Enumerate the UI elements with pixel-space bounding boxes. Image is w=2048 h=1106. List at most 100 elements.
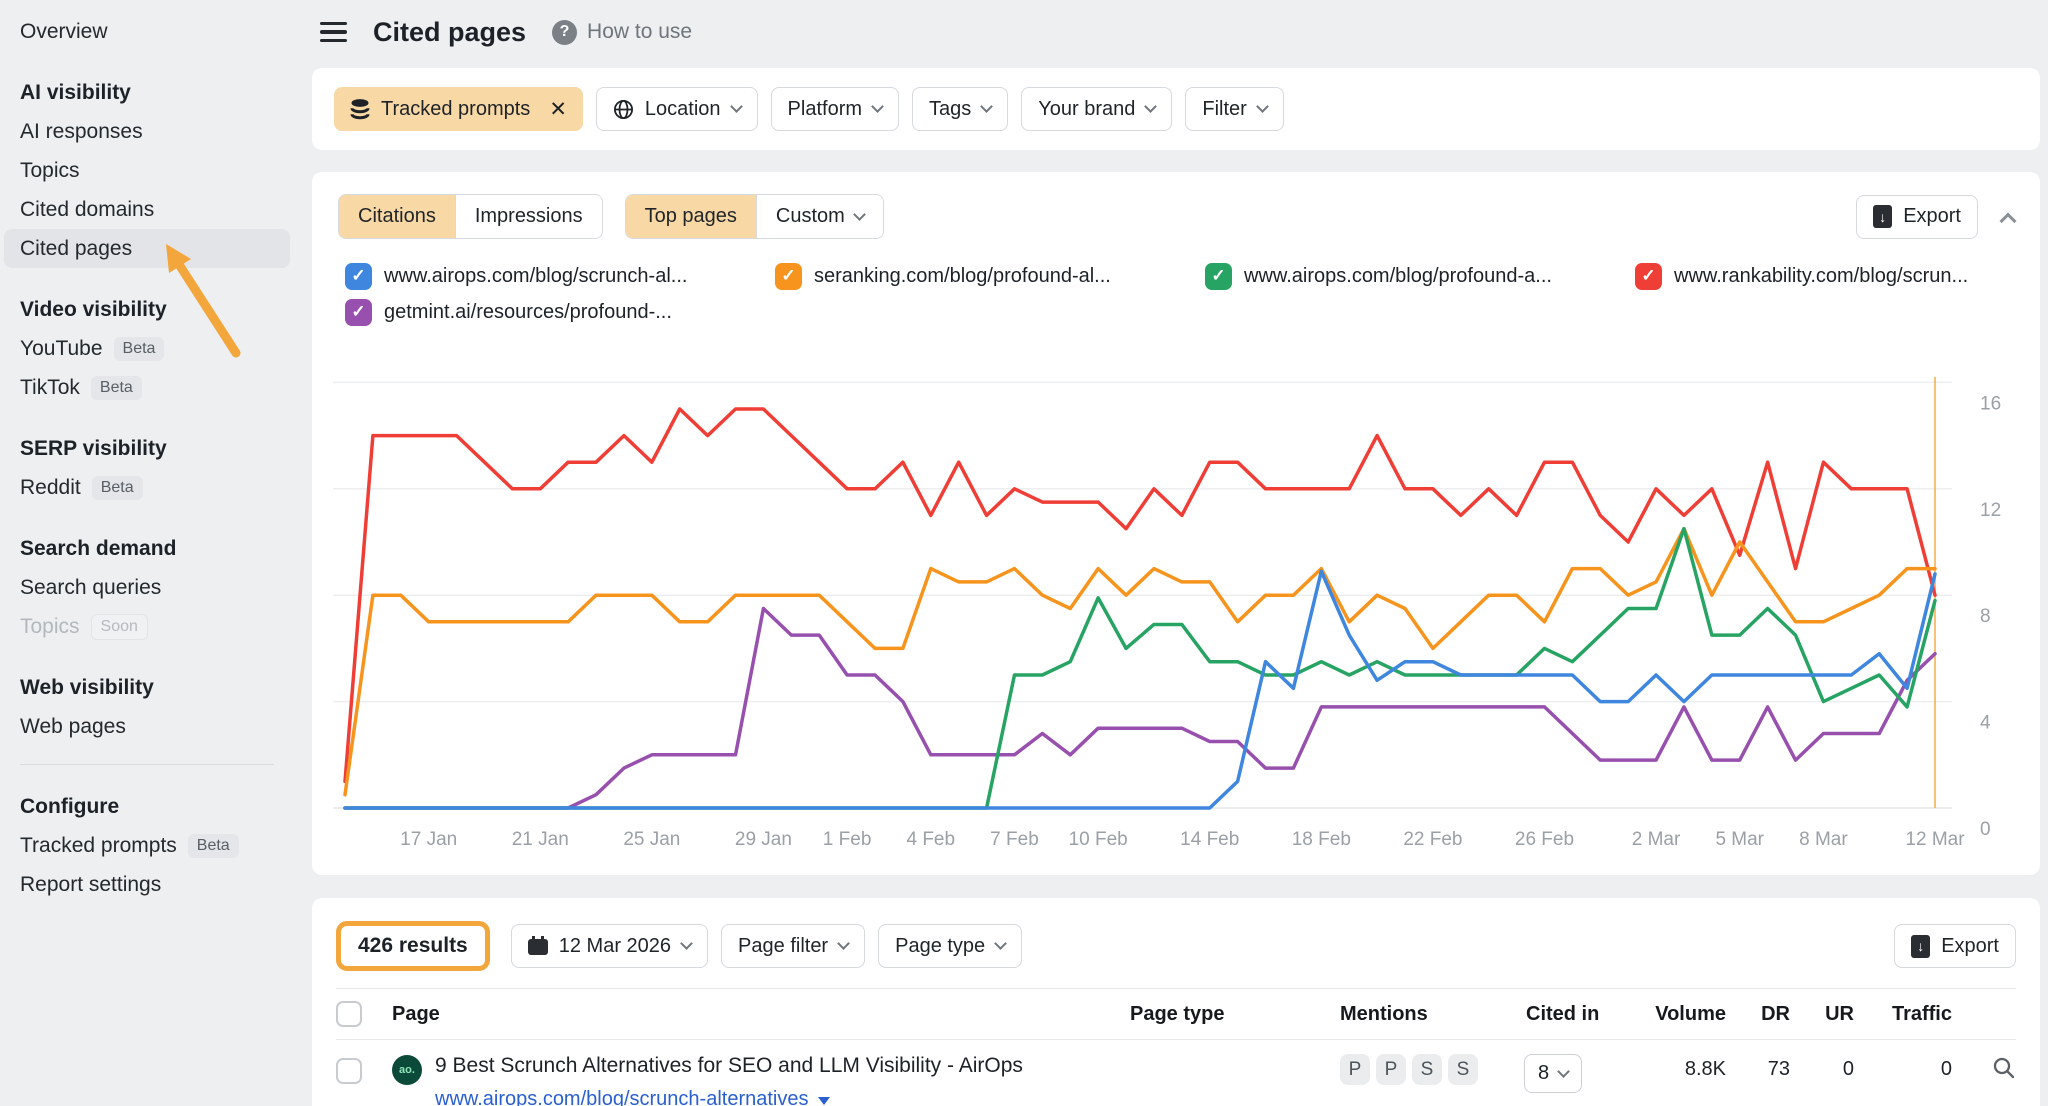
tab-top-pages[interactable]: Top pages: [626, 195, 756, 238]
dropdown-label: Filter: [1202, 98, 1246, 121]
tab-impressions[interactable]: Impressions: [455, 195, 602, 238]
collapse-chart-icon[interactable]: [2000, 212, 2017, 229]
beta-badge: Beta: [114, 337, 165, 361]
sidebar-item-ai-responses[interactable]: AI responses: [4, 112, 290, 151]
cited-in-value: 8: [1538, 1062, 1549, 1085]
chart-card: Citations Impressions Top pages Custom ↓…: [312, 172, 2040, 875]
main-content: Cited pages ? How to use Tracked prompts…: [312, 0, 2048, 1106]
legend-item-airops-scrunch[interactable]: www.airops.com/blog/scrunch-al...: [345, 260, 775, 292]
checkbox-checked-icon[interactable]: [775, 263, 802, 290]
mention-badge[interactable]: P: [1340, 1054, 1370, 1085]
chevron-down-icon: [980, 100, 993, 113]
tags-dropdown[interactable]: Tags: [912, 87, 1008, 131]
svg-text:12 Mar: 12 Mar: [1905, 829, 1965, 850]
sidebar-item-web-pages[interactable]: Web pages: [4, 707, 290, 746]
export-label: Export: [1941, 935, 1999, 958]
platform-dropdown[interactable]: Platform: [771, 87, 899, 131]
page-type-dropdown[interactable]: Page type: [878, 924, 1022, 968]
legend-item-airops-profound[interactable]: www.airops.com/blog/profound-a...: [1205, 260, 1635, 292]
sidebar-item-cited-domains[interactable]: Cited domains: [4, 190, 290, 229]
checkbox-checked-icon[interactable]: [345, 263, 372, 290]
sidebar-item-reddit[interactable]: Reddit Beta: [4, 468, 290, 507]
sidebar-item-topics-soon: Topics Soon: [4, 607, 290, 646]
sidebar-item-label: Tracked prompts: [20, 834, 177, 858]
app-root: Overview AI visibility AI responses Topi…: [0, 0, 2048, 1106]
column-header-page[interactable]: Page: [392, 1003, 1130, 1026]
page-filter-dropdown[interactable]: Page filter: [721, 924, 865, 968]
svg-text:10 Feb: 10 Feb: [1069, 829, 1128, 850]
sidebar-item-topics[interactable]: Topics: [4, 151, 290, 190]
svg-text:14 Feb: 14 Feb: [1180, 829, 1239, 850]
url-text: www.airops.com/blog/scrunch-alternatives: [435, 1088, 809, 1106]
column-header-mentions[interactable]: Mentions: [1340, 1003, 1510, 1026]
how-to-use-link[interactable]: How to use: [587, 20, 692, 44]
sidebar-item-label: YouTube: [20, 337, 103, 361]
checkbox-checked-icon[interactable]: [1635, 263, 1662, 290]
dropdown-label: Page filter: [738, 935, 828, 958]
mention-badge[interactable]: P: [1376, 1054, 1406, 1085]
dropdown-label: Tags: [929, 98, 971, 121]
sidebar-item-tiktok[interactable]: TikTok Beta: [4, 368, 290, 407]
column-header-dr[interactable]: DR: [1726, 1003, 1790, 1026]
cited-in-dropdown[interactable]: 8: [1524, 1054, 1582, 1093]
sidebar-section-search-demand: Search demand: [4, 529, 290, 568]
legend-item-rankability-scrunch[interactable]: www.rankability.com/blog/scrun...: [1635, 260, 1968, 292]
dropdown-label: Your brand: [1038, 98, 1135, 121]
chevron-down-icon: [680, 937, 693, 950]
svg-text:22 Feb: 22 Feb: [1403, 829, 1462, 850]
svg-text:12: 12: [1980, 500, 2001, 521]
tab-label: Custom: [776, 205, 845, 228]
date-dropdown[interactable]: 12 Mar 2026: [511, 924, 708, 968]
results-card: 426 results 12 Mar 2026 Page filter Page…: [312, 898, 2040, 1106]
location-dropdown[interactable]: Location: [596, 87, 758, 131]
page-url-link[interactable]: www.airops.com/blog/scrunch-alternatives: [435, 1088, 1023, 1106]
sidebar-item-label: TikTok: [20, 376, 80, 400]
column-header-ur[interactable]: UR: [1790, 1003, 1854, 1026]
sidebar-item-overview[interactable]: Overview: [4, 12, 290, 51]
column-header-page-type[interactable]: Page type: [1130, 1003, 1340, 1026]
chevron-down-icon: [1256, 100, 1269, 113]
sidebar-item-cited-pages[interactable]: Cited pages: [4, 229, 290, 268]
legend-label: seranking.com/blog/profound-al...: [814, 265, 1111, 288]
sidebar-item-label: Reddit: [20, 476, 81, 500]
tracked-prompts-chip[interactable]: Tracked prompts ✕: [334, 87, 583, 131]
sidebar-item-tracked-prompts[interactable]: Tracked prompts Beta: [4, 826, 290, 865]
menu-icon[interactable]: [320, 17, 347, 48]
table-export-button[interactable]: ↓ Export: [1894, 924, 2016, 968]
sidebar-section-ai-visibility: AI visibility: [4, 73, 290, 112]
remove-filter-icon[interactable]: ✕: [549, 97, 567, 122]
row-checkbox[interactable]: [336, 1058, 362, 1084]
column-header-volume[interactable]: Volume: [1622, 1003, 1726, 1026]
chart-export-button[interactable]: ↓ Export: [1856, 195, 1978, 239]
search-icon[interactable]: [1992, 1056, 2016, 1085]
chip-label: Tracked prompts: [381, 98, 530, 121]
legend-item-getmint-profound[interactable]: getmint.ai/resources/profound-...: [345, 296, 2000, 328]
dr-cell: 73: [1726, 1054, 1790, 1081]
page-title: Cited pages: [373, 17, 526, 48]
select-all-checkbox[interactable]: [336, 1001, 362, 1027]
citations-chart[interactable]: 161284017 Jan21 Jan25 Jan29 Jan1 Feb4 Fe…: [312, 342, 2040, 862]
mention-badge[interactable]: S: [1412, 1054, 1442, 1085]
column-header-cited-in[interactable]: Cited in: [1510, 1003, 1622, 1026]
chevron-down-icon: [871, 100, 884, 113]
mention-badge[interactable]: S: [1448, 1054, 1478, 1085]
column-header-traffic[interactable]: Traffic: [1854, 1003, 1952, 1026]
your-brand-dropdown[interactable]: Your brand: [1021, 87, 1172, 131]
tab-citations[interactable]: Citations: [339, 195, 455, 238]
sidebar-item-search-queries[interactable]: Search queries: [4, 568, 290, 607]
chevron-down-icon: [1557, 1065, 1570, 1078]
filter-dropdown[interactable]: Filter: [1185, 87, 1283, 131]
svg-text:21 Jan: 21 Jan: [512, 829, 569, 850]
help-icon[interactable]: ?: [552, 20, 577, 45]
sidebar-item-report-settings[interactable]: Report settings: [4, 865, 290, 904]
chevron-down-icon: [853, 208, 866, 221]
checkbox-checked-icon[interactable]: [1205, 263, 1232, 290]
tab-custom[interactable]: Custom: [756, 195, 883, 238]
traffic-cell: 0: [1854, 1054, 1952, 1081]
svg-text:29 Jan: 29 Jan: [735, 829, 792, 850]
sidebar-item-youtube[interactable]: YouTube Beta: [4, 329, 290, 368]
legend-item-seranking-profound[interactable]: seranking.com/blog/profound-al...: [775, 260, 1205, 292]
svg-text:16: 16: [1980, 393, 2001, 414]
svg-text:1 Feb: 1 Feb: [823, 829, 872, 850]
checkbox-checked-icon[interactable]: [345, 299, 372, 326]
